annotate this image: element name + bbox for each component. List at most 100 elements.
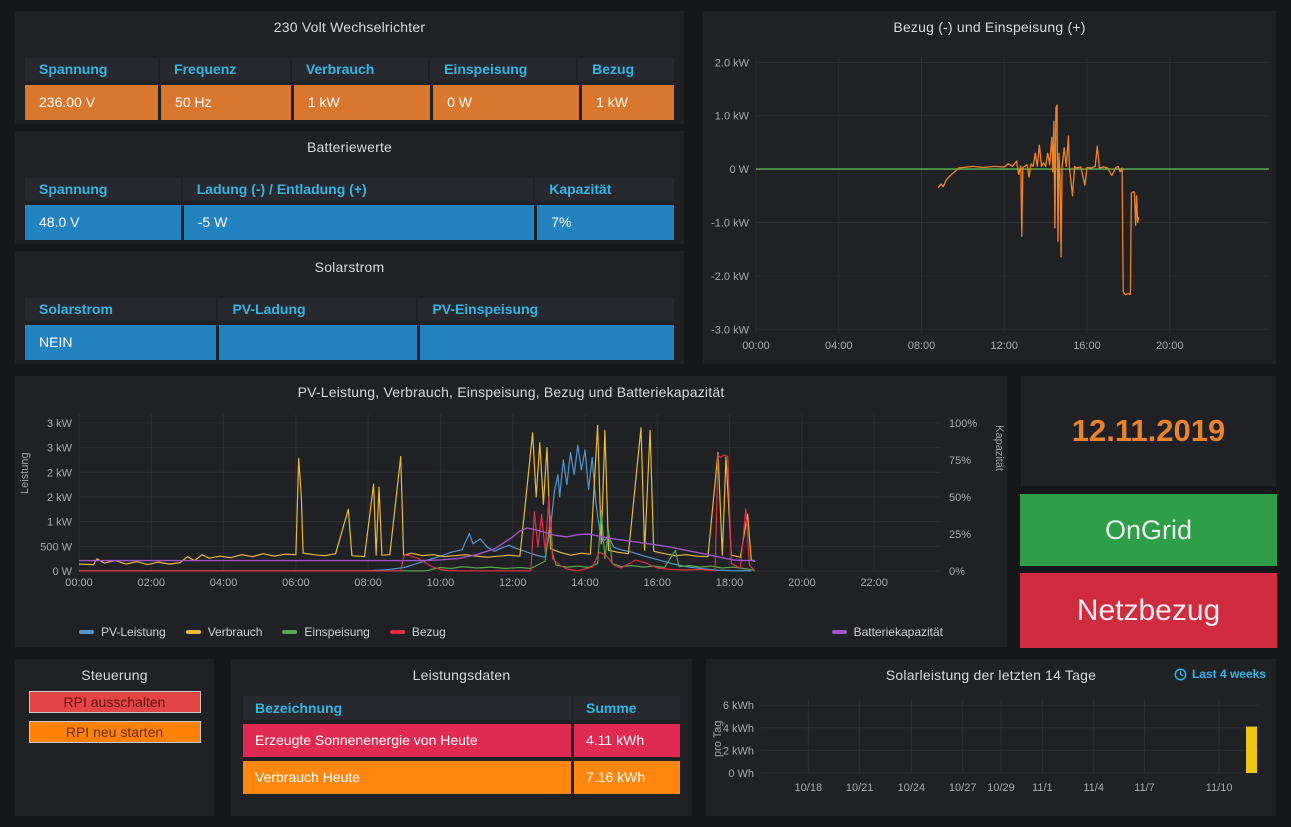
x-tick-label: 10/21 xyxy=(846,782,874,794)
x-tick-label: 12:00 xyxy=(499,577,527,589)
x-tick-label: 20:00 xyxy=(788,577,816,589)
y-tick-label-right: 75% xyxy=(949,455,971,467)
inverter-table-row: 236.00 V 50 Hz 1 kW 0 W 1 kW xyxy=(25,85,674,120)
bar-4.11[interactable] xyxy=(1246,727,1257,773)
current-date: 12.11.2019 xyxy=(1021,376,1276,486)
x-tick-label: 10:00 xyxy=(427,577,455,589)
pv-chart-ylabel-left: Leistung xyxy=(19,452,31,494)
value-batt-kapazitaet: 7% xyxy=(537,205,674,240)
panel-solarstrom: Solarstrom Solarstrom PV-Ladung PV-Einsp… xyxy=(14,250,685,365)
col-batt-ladung: Ladung (-) / Entladung (+) xyxy=(183,178,533,201)
legend-verbrauch[interactable]: Verbrauch xyxy=(186,625,263,639)
time-range-selector[interactable]: Last 4 weeks xyxy=(1174,667,1266,681)
value-bezug: 1 kW xyxy=(582,85,674,120)
value-frequenz: 50 Hz xyxy=(161,85,291,120)
value-pv-ladung xyxy=(219,325,417,360)
row-solar-label: Erzeugte Sonnenenergie von Heute xyxy=(243,724,571,757)
col-frequenz: Frequenz xyxy=(160,58,290,81)
y-tick-label: 2.0 kW xyxy=(715,57,750,69)
panel-batteriewerte: Batteriewerte Spannung Ladung (-) / Entl… xyxy=(14,130,685,245)
value-solarstrom: NEIN xyxy=(25,325,216,360)
panel-title-wechselrichter[interactable]: 230 Volt Wechselrichter xyxy=(15,11,684,43)
verbrauch-swatch xyxy=(186,630,201,634)
clock-icon xyxy=(1174,668,1187,681)
x-tick-label: 22:00 xyxy=(860,577,888,589)
y-tick-label: 1.0 kW xyxy=(715,111,750,123)
y-tick-label: -1.0 kW xyxy=(711,217,750,229)
x-tick-label: 10/18 xyxy=(795,782,823,794)
col-einspeisung: Einspeisung xyxy=(430,58,576,81)
y-tick-label-right: 0% xyxy=(949,566,965,578)
panel-ongrid: OnGrid xyxy=(1020,494,1277,566)
col-solarstrom: Solarstrom xyxy=(25,298,216,321)
rpi-neu-starten-button[interactable]: RPI neu starten xyxy=(29,721,201,743)
panel-title-leistungsdaten[interactable]: Leistungsdaten xyxy=(231,659,692,691)
x-tick-label: 11/4 xyxy=(1083,782,1104,794)
x-tick-label: 11/1 xyxy=(1032,782,1053,794)
x-tick-label: 10/24 xyxy=(898,782,926,794)
panel-solar14: Solarleistung der letzten 14 Tage Last 4… xyxy=(705,658,1277,817)
col-bezeichnung: Bezeichnung xyxy=(243,696,571,720)
panel-netzbezug: Netzbezug xyxy=(1020,573,1277,648)
panel-title-solarstrom[interactable]: Solarstrom xyxy=(15,251,684,283)
col-bezug: Bezug xyxy=(578,58,674,81)
rpi-ausschalten-button[interactable]: RPI ausschalten xyxy=(29,691,201,713)
pv-chart-legend: PV-Leistung Verbrauch Einspeisung Bezug … xyxy=(79,625,943,639)
row-verbrauch-label: Verbrauch Heute xyxy=(243,761,571,794)
ongrid-status[interactable]: OnGrid xyxy=(1020,494,1277,566)
solar14-chart-canvas[interactable]: 6 kWh4 kWh2 kWh0 Wh10/1810/2110/2410/271… xyxy=(706,691,1276,816)
value-einspeisung: 0 W xyxy=(433,85,579,120)
leistungsdaten-header: Bezeichnung Summe xyxy=(243,696,680,720)
dashboard: 230 Volt Wechselrichter Spannung Frequen… xyxy=(0,0,1291,827)
netzbezug-status[interactable]: Netzbezug xyxy=(1020,573,1277,648)
legend-pv-leistung[interactable]: PV-Leistung xyxy=(79,625,166,639)
legend-batteriekapazitaet-label: Batteriekapazität xyxy=(854,625,943,639)
x-tick-label: 00:00 xyxy=(65,577,93,589)
legend-einspeisung[interactable]: Einspeisung xyxy=(282,625,369,639)
x-tick-label: 10/27 xyxy=(949,782,977,794)
y-tick-label: 6 kWh xyxy=(723,700,754,712)
grid-power-chart-canvas[interactable]: 2.0 kW1.0 kW0 W-1.0 kW-2.0 kW-3.0 kW00:0… xyxy=(703,43,1276,363)
y-tick-label: 0 Wh xyxy=(728,768,754,780)
x-tick-label: 18:00 xyxy=(716,577,744,589)
panel-title-grid-chart[interactable]: Bezug (-) und Einspeisung (+) xyxy=(703,11,1276,43)
y-tick-label: 0 W xyxy=(729,164,749,176)
x-tick-label: 16:00 xyxy=(1073,340,1101,352)
x-tick-label: 08:00 xyxy=(908,340,936,352)
row-verbrauch-value: 7.16 kWh xyxy=(574,761,680,794)
col-pv-einspeisung: PV-Einspeisung xyxy=(418,298,674,321)
panel-pv-chart: PV-Leistung, Verbrauch, Einspeisung, Bez… xyxy=(14,375,1008,648)
series-Bezug-Einspeisung xyxy=(938,105,1139,295)
inverter-table: Spannung Frequenz Verbrauch Einspeisung … xyxy=(25,58,674,120)
series-PV-Leistung xyxy=(79,445,751,571)
x-tick-label: 04:00 xyxy=(210,577,238,589)
panel-title-batteriewerte[interactable]: Batteriewerte xyxy=(15,131,684,163)
leistungsdaten-row-solar: Erzeugte Sonnenenergie von Heute 4.11 kW… xyxy=(243,724,680,757)
solar14-ylabel: pro Tag xyxy=(712,721,724,758)
panel-title-pv-chart[interactable]: PV-Leistung, Verbrauch, Einspeisung, Bez… xyxy=(15,376,1007,408)
legend-pv-leistung-label: PV-Leistung xyxy=(101,625,166,639)
col-batt-kapazitaet: Kapazität xyxy=(535,178,674,201)
col-spannung: Spannung xyxy=(25,58,158,81)
y-tick-label: 500 W xyxy=(40,541,72,553)
leistungsdaten-row-verbrauch: Verbrauch Heute 7.16 kWh xyxy=(243,761,680,794)
row-solar-value: 4.11 kWh xyxy=(574,724,680,757)
solarstrom-table: Solarstrom PV-Ladung PV-Einspeisung NEIN xyxy=(25,298,674,360)
value-pv-einspeisung xyxy=(420,325,674,360)
pv-day-chart-canvas[interactable]: 3 kW3 kW2 kW2 kW1 kW500 W0 W100%75%50%25… xyxy=(15,408,1007,608)
value-batt-spannung: 48.0 V xyxy=(25,205,181,240)
pv-chart-ylabel-right: Kapazität xyxy=(993,425,1005,471)
x-tick-label: 04:00 xyxy=(825,340,853,352)
x-tick-label: 11/10 xyxy=(1206,782,1233,794)
legend-bezug[interactable]: Bezug xyxy=(390,625,446,639)
col-verbrauch: Verbrauch xyxy=(292,58,428,81)
col-batt-spannung: Spannung xyxy=(25,178,181,201)
y-tick-label: 3 kW xyxy=(47,443,73,455)
x-tick-label: 11/7 xyxy=(1134,782,1155,794)
legend-batteriekapazitaet[interactable]: Batteriekapazität xyxy=(832,625,943,639)
panel-title-steuerung[interactable]: Steuerung xyxy=(15,659,214,691)
value-spannung: 236.00 V xyxy=(25,85,158,120)
col-summe: Summe xyxy=(574,696,680,720)
series-Verbrauch xyxy=(79,425,755,564)
inverter-table-header: Spannung Frequenz Verbrauch Einspeisung … xyxy=(25,58,674,81)
